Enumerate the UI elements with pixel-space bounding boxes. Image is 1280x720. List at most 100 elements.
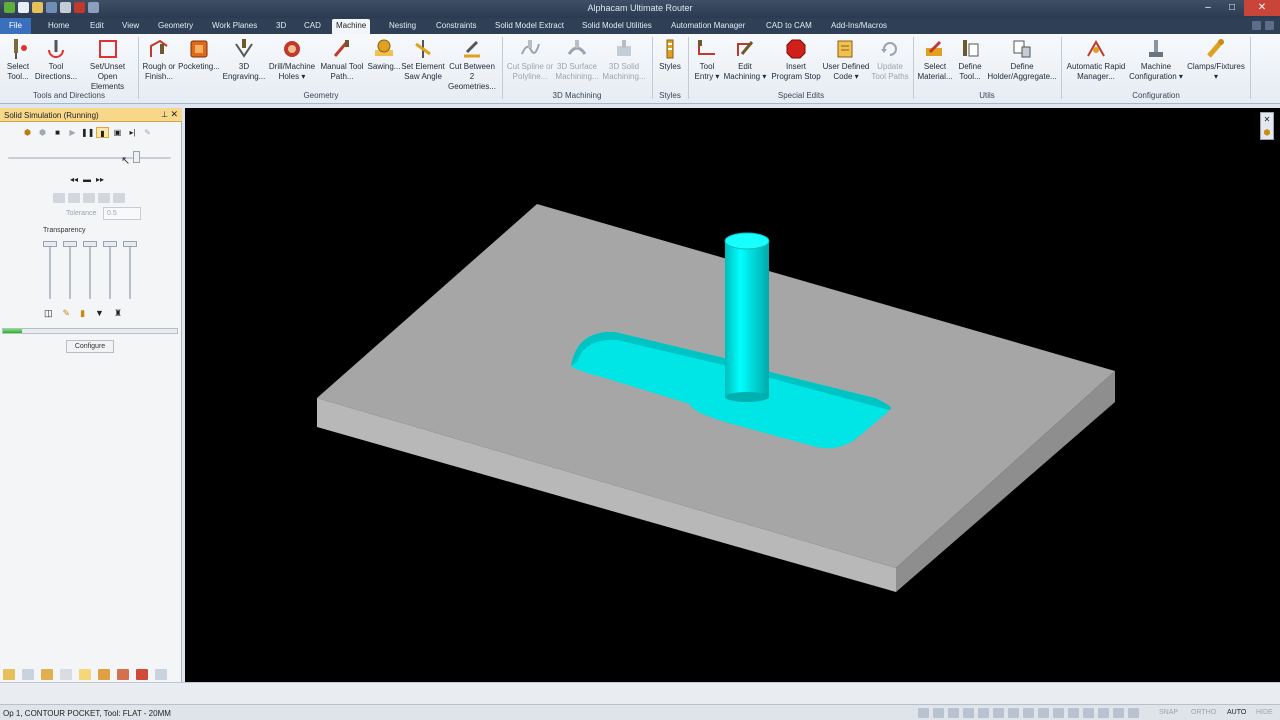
transparency-slider-tool[interactable] [83,241,97,301]
panel-close-icon[interactable]: ✕ [170,109,178,120]
snap-toggle[interactable]: SNAP [1159,709,1178,716]
speed-slider-thumb[interactable] [133,151,140,163]
nesting-icon[interactable] [98,669,110,680]
configure-button[interactable]: Configure [66,340,114,353]
hide-toggle[interactable]: HIDE [1256,709,1273,716]
clamps-fixtures-button[interactable]: Clamps/Fixtures ▾ [1186,38,1246,82]
tab-solid-model-utilities[interactable]: Solid Model Utilities [582,19,652,34]
manual-tool-path-button[interactable]: Manual Tool Path... [318,38,366,82]
select-tool-button[interactable]: Select Tool... [4,38,32,82]
code-icon[interactable] [136,669,148,680]
view-iso-icon[interactable] [918,708,929,718]
fast-forward-icon[interactable]: ▸▸ [96,175,104,184]
view-top-icon[interactable] [933,708,944,718]
rough-or-finish-button[interactable]: Rough or Finish... [141,38,177,82]
3d-engraving-button[interactable]: 3D Engraving... [222,38,266,82]
insert-program-stop-button[interactable]: Insert Program Stop [770,38,822,82]
help-icon[interactable] [1252,21,1261,30]
tool-directions-button[interactable]: Tool Directions... [34,38,78,82]
transparency-slider-fixtures[interactable] [123,241,137,301]
tab-nesting[interactable]: Nesting [389,19,416,34]
3d-surface-machining-button[interactable]: 3D Surface Machining... [555,38,599,82]
hide-lines-icon[interactable] [1128,708,1139,718]
styles-button[interactable]: Styles [655,38,685,72]
automatic-rapid-manager-button[interactable]: Automatic Rapid Manager... [1064,38,1128,82]
cad-icon[interactable] [117,669,129,680]
edit-machining-button[interactable]: Edit Machining ▾ [722,38,768,82]
measure-icon[interactable] [83,193,95,203]
show-tool-icon[interactable]: ▮ [96,127,109,138]
auto-toggle[interactable]: AUTO [1227,709,1246,716]
pocketing-button[interactable]: Pocketing... [178,38,220,72]
rewind-icon[interactable]: ◂◂ [70,175,78,184]
rotate-icon[interactable] [1023,708,1034,718]
maximize-icon[interactable]: □ [1220,0,1244,16]
tab-view[interactable]: View [122,19,139,34]
cut-between-2-geometries-button[interactable]: Cut Between 2 Geometries... [446,38,498,92]
tolerance-input[interactable]: 0.5 [103,207,141,220]
properties-icon[interactable] [155,669,167,680]
simulate-step-icon[interactable]: ⬢ [21,127,34,138]
layer-icon[interactable] [1053,708,1064,718]
graphics-viewport[interactable]: ✕ ⬢ [185,108,1280,682]
view-front-icon[interactable] [948,708,959,718]
tool-entry-button[interactable]: Tool Entry ▾ [692,38,722,82]
3d-solid-machining-button[interactable]: 3D Solid Machining... [600,38,648,82]
tab-file[interactable]: File [0,18,31,34]
frame-icon[interactable]: ▣ [111,127,124,138]
operations-icon[interactable] [3,669,15,680]
cut-spline-or-polyline-button[interactable]: Cut Spline or Polyline... [505,38,555,82]
sawing-button[interactable]: Sawing... [366,38,402,72]
machine-configuration-button[interactable]: Machine Configuration ▾ [1128,38,1184,82]
define-holder-aggregate-button[interactable]: Define Holder/Aggregate... [986,38,1058,82]
compare-icon[interactable] [68,193,80,203]
tab-solid-model-extract[interactable]: Solid Model Extract [495,19,564,34]
simulate-all-icon[interactable]: ⬢ [36,127,49,138]
transparency-slider-part[interactable] [63,241,77,301]
user-defined-code-button[interactable]: User Defined Code ▾ [822,38,870,82]
set-unset-open-elements-button[interactable]: Set/Unset Open Elements [80,38,135,92]
pan-icon[interactable] [1008,708,1019,718]
transparency-slider-stock[interactable] [43,241,57,301]
drill-machine-holes-button[interactable]: Drill/Machine Holes ▾ [266,38,318,82]
tab-constraints[interactable]: Constraints [436,19,476,34]
select-material-button[interactable]: Select Material... [916,38,954,82]
minimize-ribbon-icon[interactable] [1265,21,1274,30]
tab-home[interactable]: Home [48,19,69,34]
wireframe-icon[interactable] [1113,708,1124,718]
zoom-icon[interactable] [978,708,989,718]
work-plane-icon[interactable] [1083,708,1094,718]
tab-cad[interactable]: CAD [304,19,321,34]
play-icon[interactable]: ▶ [66,127,79,138]
tools-icon[interactable] [60,669,72,680]
work-planes-icon[interactable] [41,669,53,680]
ortho-toggle[interactable]: ORTHO [1191,709,1216,716]
options-icon[interactable]: ✎ [141,127,154,138]
simulation-view-icon[interactable]: ⬢ [1261,126,1273,139]
tab-machine[interactable]: Machine [332,19,371,34]
section-icon[interactable] [53,193,65,203]
stop-icon[interactable]: ■ [51,127,64,138]
pin-icon[interactable]: ⊥ [161,110,168,119]
stop-square-icon[interactable]: ▬ [83,175,91,184]
tab-automation-manager[interactable]: Automation Manager [671,19,745,34]
update-tool-paths-button[interactable]: Update Tool Paths [870,38,910,82]
step-forward-icon[interactable]: ▸| [126,127,139,138]
zoom-extents-icon[interactable] [993,708,1004,718]
tab-add-ins-macros[interactable]: Add-Ins/Macros [831,19,887,34]
view-right-icon[interactable] [963,708,974,718]
viewport-close-icon[interactable]: ✕ [1261,113,1273,126]
grid-icon[interactable] [1068,708,1079,718]
pause-icon[interactable]: ❚❚ [81,127,94,138]
tab-3d[interactable]: 3D [276,19,286,34]
save-stock-icon[interactable] [98,193,110,203]
transparency-slider-holder[interactable] [103,241,117,301]
define-tool-button[interactable]: Define Tool... [954,38,986,82]
tab-work-planes[interactable]: Work Planes [212,19,257,34]
close-icon[interactable]: ✕ [1244,0,1280,16]
layers-icon[interactable] [22,669,34,680]
simulation-icon[interactable] [79,669,91,680]
tab-edit[interactable]: Edit [90,19,104,34]
shade-icon[interactable] [1098,708,1109,718]
export-stl-icon[interactable] [113,193,125,203]
